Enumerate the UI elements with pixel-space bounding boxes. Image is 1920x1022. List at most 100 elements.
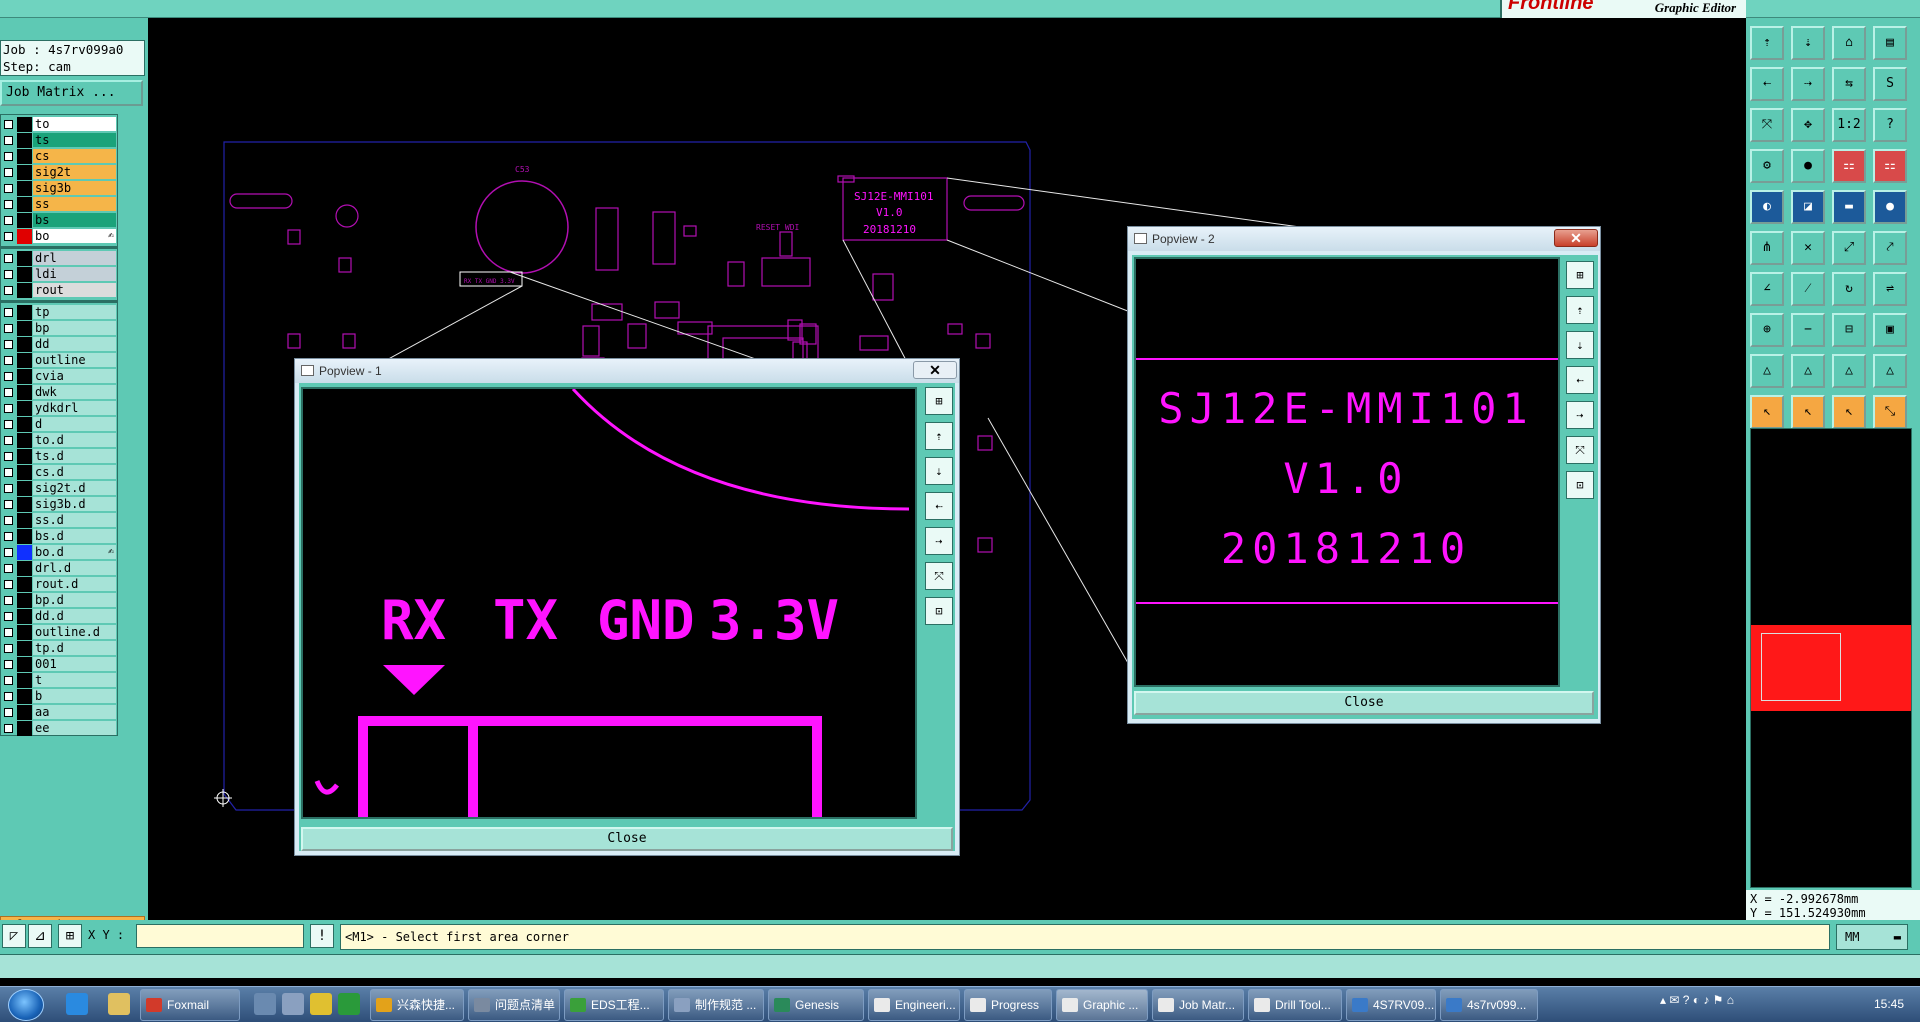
layer-row-aa[interactable]: aa — [1, 705, 117, 720]
layer-color-swatch[interactable] — [17, 433, 32, 448]
taskbar-item[interactable]: 4S7RV09... — [1346, 989, 1436, 1021]
popview-pan-down-icon[interactable]: ⇣ — [925, 457, 953, 485]
layer-checkbox[interactable] — [4, 532, 13, 541]
layer-color-swatch[interactable] — [17, 513, 32, 528]
layer-checkbox[interactable] — [4, 372, 13, 381]
pinned-app-icon[interactable] — [338, 993, 360, 1015]
route-icon[interactable]: ⤤ — [1873, 231, 1907, 265]
layer-row-dd[interactable]: dd — [1, 337, 117, 352]
layer-row-cvia[interactable]: cvia — [1, 369, 117, 384]
minimap[interactable] — [1750, 428, 1912, 888]
layer-color-swatch[interactable] — [17, 117, 32, 132]
layer-checkbox[interactable] — [4, 596, 13, 605]
mirror-icon[interactable]: ⇆ — [1832, 67, 1866, 101]
taskbar-item[interactable]: 问题点清单 — [468, 989, 560, 1021]
move-right-icon[interactable]: ⇢ — [1791, 67, 1825, 101]
layer-color-swatch[interactable] — [17, 369, 32, 384]
grid-icon[interactable]: ⊞ — [58, 924, 82, 948]
cross-icon[interactable]: ✕ — [1791, 231, 1825, 265]
flip-icon[interactable]: ⇌ — [1873, 272, 1907, 306]
layer-row-ss[interactable]: ss — [1, 197, 117, 212]
layer-row-ss-d[interactable]: ss.d — [1, 513, 117, 528]
layer-checkbox[interactable] — [4, 452, 13, 461]
snap-icon[interactable]: ⚙ — [1750, 149, 1784, 183]
layer-row-bs[interactable]: bs — [1, 213, 117, 228]
layer-row-ldi[interactable]: ldi — [1, 267, 117, 282]
triangle-icon[interactable]: △ — [1750, 354, 1784, 388]
zoom-fit-icon[interactable]: ⤧ — [1750, 108, 1784, 142]
info-icon[interactable]: ! — [310, 924, 334, 948]
layer-color-swatch[interactable] — [17, 337, 32, 352]
popview-1-view[interactable]: RX TX GND 3.3V — [301, 387, 917, 819]
popview-zoom-out-icon[interactable]: ⊡ — [1566, 471, 1594, 499]
pinned-app-icon[interactable] — [254, 993, 276, 1015]
layer-row-to[interactable]: to — [1, 117, 117, 132]
layer-row-ydkdrl[interactable]: ydkdrl — [1, 401, 117, 416]
layer-row-ts-d[interactable]: ts.d — [1, 449, 117, 464]
popview-2-close-icon[interactable]: ✕ — [1554, 229, 1598, 247]
layout-icon[interactable]: ▤ — [1873, 26, 1907, 60]
layer-color-swatch[interactable] — [17, 305, 32, 320]
add-pad-icon[interactable]: ⊕ — [1750, 313, 1784, 347]
layer-color-swatch[interactable] — [17, 481, 32, 496]
popview-1-close-button[interactable]: Close — [301, 827, 953, 851]
layer-checkbox[interactable] — [4, 404, 13, 413]
move-left-icon[interactable]: ⇠ — [1750, 67, 1784, 101]
layer-checkbox[interactable] — [4, 136, 13, 145]
layer-checkbox[interactable] — [4, 308, 13, 317]
minus-icon[interactable]: − — [1791, 313, 1825, 347]
layer-row-t[interactable]: t — [1, 673, 117, 688]
layer-checkbox[interactable] — [4, 500, 13, 509]
shape-icon[interactable]: ◪ — [1791, 190, 1825, 224]
split-icon[interactable]: ⊟ — [1832, 313, 1866, 347]
layer-row-outline[interactable]: outline — [1, 353, 117, 368]
layer-row-rout[interactable]: rout — [1, 283, 117, 298]
taskbar-item[interactable]: Progress — [964, 989, 1052, 1021]
array-alt-icon[interactable]: ⚏ — [1873, 149, 1907, 183]
taskbar-item[interactable]: Graphic ... — [1056, 989, 1148, 1021]
layer-color-swatch[interactable] — [17, 673, 32, 688]
layer-checkbox[interactable] — [4, 612, 13, 621]
circle-icon[interactable]: ● — [1873, 190, 1907, 224]
layer-row-dwk[interactable]: dwk — [1, 385, 117, 400]
popview-zoom-out-icon[interactable]: ⊡ — [925, 597, 953, 625]
layer-color-swatch[interactable] — [17, 449, 32, 464]
layer-color-swatch[interactable] — [17, 625, 32, 640]
layer-checkbox[interactable] — [4, 152, 13, 161]
popview-pan-right-icon[interactable]: ⇢ — [925, 527, 953, 555]
snap-mode-icon[interactable]: ◸ — [2, 924, 26, 948]
select-box-icon[interactable]: ↖ — [1791, 395, 1825, 429]
array-red-icon[interactable]: ⚏ — [1832, 149, 1866, 183]
layer-color-swatch[interactable] — [17, 417, 32, 432]
popview-zoom-fit-icon[interactable]: ⤧ — [925, 562, 953, 590]
layer-row-001[interactable]: 001 — [1, 657, 117, 672]
layer-row-sig2t-d[interactable]: sig2t.d — [1, 481, 117, 496]
layer-color-swatch[interactable] — [17, 529, 32, 544]
layer-color-swatch[interactable] — [17, 229, 32, 244]
layer-color-swatch[interactable] — [17, 721, 32, 736]
layer-color-swatch[interactable] — [17, 165, 32, 180]
ie-icon[interactable] — [66, 993, 88, 1015]
layer-row-ee[interactable]: ee — [1, 721, 117, 736]
popview-zoom-in-icon[interactable]: ⊞ — [925, 387, 953, 415]
layer-color-swatch[interactable] — [17, 267, 32, 282]
layer-checkbox[interactable] — [4, 216, 13, 225]
layer-row-drl-d[interactable]: drl.d — [1, 561, 117, 576]
job-matrix-button[interactable]: Job Matrix ... — [0, 80, 143, 106]
layer-checkbox[interactable] — [4, 644, 13, 653]
triangle-b-icon[interactable]: △ — [1832, 354, 1866, 388]
layer-color-swatch[interactable] — [17, 657, 32, 672]
home-icon[interactable]: ⌂ — [1832, 26, 1866, 60]
layer-color-swatch[interactable] — [17, 641, 32, 656]
layer-checkbox[interactable] — [4, 232, 13, 241]
popview-pan-left-icon[interactable]: ⇠ — [1566, 366, 1594, 394]
layer-checkbox[interactable] — [4, 168, 13, 177]
layer-row-drl[interactable]: drl — [1, 251, 117, 266]
fill-icon[interactable]: ▣ — [1873, 313, 1907, 347]
layer-color-swatch[interactable] — [17, 181, 32, 196]
taskbar-item[interactable]: Drill Tool... — [1248, 989, 1342, 1021]
popview-pan-left-icon[interactable]: ⇠ — [925, 492, 953, 520]
layer-color-swatch[interactable] — [17, 251, 32, 266]
layer-checkbox[interactable] — [4, 270, 13, 279]
popview-1-close-icon[interactable]: ✕ — [913, 361, 957, 379]
